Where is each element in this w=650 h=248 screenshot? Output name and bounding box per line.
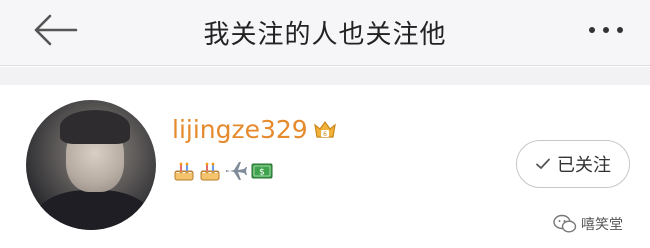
- section-gap: [0, 67, 650, 85]
- wechat-icon: [553, 214, 577, 233]
- watermark-text: 嘻笑堂: [581, 217, 623, 233]
- svg-text:$: $: [259, 168, 265, 178]
- more-button[interactable]: [586, 18, 630, 42]
- cake-icon: [200, 162, 220, 181]
- checkmark-icon: [536, 158, 550, 169]
- page-title: 我关注的人也关注他: [203, 20, 447, 50]
- following-label: 已关注: [557, 155, 611, 176]
- user-badges: $: [172, 159, 274, 183]
- avatar[interactable]: [26, 100, 156, 230]
- svg-text:6: 6: [323, 131, 327, 138]
- airplane-icon: [226, 162, 247, 180]
- money-icon: $: [251, 163, 273, 179]
- username[interactable]: lijingze329: [172, 115, 308, 144]
- more-horizontal-icon: [589, 27, 623, 33]
- following-button[interactable]: 已关注: [516, 140, 630, 188]
- crown-vip-icon: 6: [314, 120, 336, 138]
- watermark: 嘻笑堂: [553, 214, 623, 234]
- nav-header: 我关注的人也关注他: [0, 0, 650, 66]
- cake-icon: [174, 162, 194, 181]
